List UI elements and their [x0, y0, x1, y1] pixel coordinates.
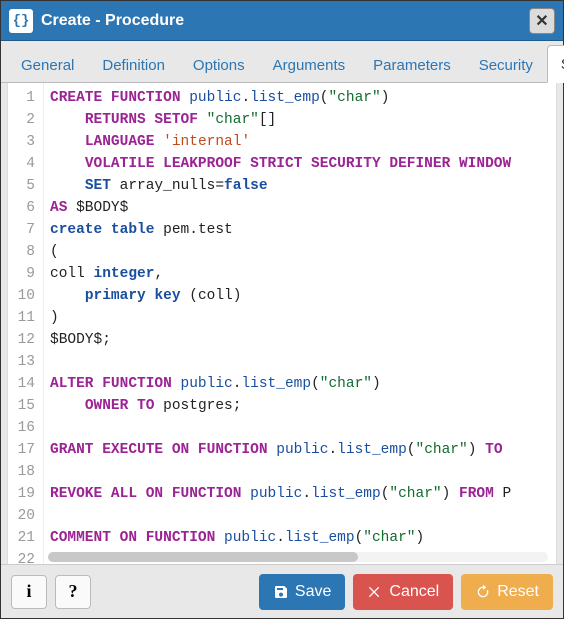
cancel-label: Cancel [389, 583, 439, 601]
line-number: 15 [12, 395, 35, 417]
window-title: Create - Procedure [41, 12, 529, 30]
code-line[interactable] [50, 505, 556, 527]
horizontal-scrollbar[interactable] [48, 552, 548, 562]
tab-arguments[interactable]: Arguments [259, 46, 360, 83]
line-number-gutter: 12345678910111213141516171819202122 [8, 83, 44, 564]
line-number: 13 [12, 351, 35, 373]
code-line[interactable]: SET array_nulls=false [50, 175, 556, 197]
line-number: 10 [12, 285, 35, 307]
reset-button[interactable]: Reset [461, 574, 553, 610]
close-icon: ✕ [535, 11, 548, 31]
tab-general[interactable]: General [7, 46, 88, 83]
line-number: 17 [12, 439, 35, 461]
code-line[interactable]: ( [50, 241, 556, 263]
line-number: 16 [12, 417, 35, 439]
line-number: 12 [12, 329, 35, 351]
info-icon: i [26, 581, 31, 602]
line-number: 2 [12, 109, 35, 131]
code-line[interactable]: VOLATILE LEAKPROOF STRICT SECURITY DEFIN… [50, 153, 556, 175]
code-line[interactable]: ALTER FUNCTION public.list_emp("char") [50, 373, 556, 395]
tab-definition[interactable]: Definition [88, 46, 179, 83]
code-line[interactable]: $BODY$; [50, 329, 556, 351]
code-line[interactable]: COMMENT ON FUNCTION public.list_emp("cha… [50, 527, 556, 549]
help-icon: ? [69, 581, 78, 602]
code-line[interactable]: RETURNS SETOF "char"[] [50, 109, 556, 131]
line-number: 6 [12, 197, 35, 219]
line-number: 7 [12, 219, 35, 241]
line-number: 18 [12, 461, 35, 483]
scrollbar-thumb[interactable] [48, 552, 358, 562]
cancel-icon [367, 584, 383, 600]
tab-security[interactable]: Security [465, 46, 547, 83]
line-number: 8 [12, 241, 35, 263]
info-button[interactable]: i [11, 575, 47, 609]
line-number: 14 [12, 373, 35, 395]
save-button[interactable]: Save [259, 574, 345, 610]
code-line[interactable]: ) [50, 307, 556, 329]
tab-parameters[interactable]: Parameters [359, 46, 465, 83]
code-line[interactable]: LANGUAGE 'internal' [50, 131, 556, 153]
app-logo-icon: {} [9, 9, 33, 33]
tab-sql[interactable]: SQL [547, 45, 564, 83]
code-line[interactable]: AS $BODY$ [50, 197, 556, 219]
line-number: 11 [12, 307, 35, 329]
code-line[interactable]: primary key (coll) [50, 285, 556, 307]
code-line[interactable]: create table pem.test [50, 219, 556, 241]
save-icon [273, 584, 289, 600]
save-label: Save [295, 583, 331, 601]
help-button[interactable]: ? [55, 575, 91, 609]
line-number: 1 [12, 87, 35, 109]
footer: i ? Save Cancel Reset [1, 564, 563, 618]
code-line[interactable]: coll integer, [50, 263, 556, 285]
close-button[interactable]: ✕ [529, 8, 555, 34]
cancel-button[interactable]: Cancel [353, 574, 453, 610]
tab-options[interactable]: Options [179, 46, 259, 83]
reset-icon [475, 584, 491, 600]
sql-editor[interactable]: 12345678910111213141516171819202122 CREA… [7, 83, 557, 564]
line-number: 9 [12, 263, 35, 285]
line-number: 4 [12, 153, 35, 175]
code-line[interactable]: REVOKE ALL ON FUNCTION public.list_emp("… [50, 483, 556, 505]
code-line[interactable]: CREATE FUNCTION public.list_emp("char") [50, 87, 556, 109]
line-number: 5 [12, 175, 35, 197]
code-line[interactable] [50, 417, 556, 439]
line-number: 22 [12, 549, 35, 564]
reset-label: Reset [497, 583, 539, 601]
line-number: 19 [12, 483, 35, 505]
code-line[interactable]: OWNER TO postgres; [50, 395, 556, 417]
code-line[interactable] [50, 351, 556, 373]
code-lines[interactable]: CREATE FUNCTION public.list_emp("char") … [44, 83, 556, 564]
line-number: 3 [12, 131, 35, 153]
code-line[interactable] [50, 461, 556, 483]
tabs: GeneralDefinitionOptionsArgumentsParamet… [1, 41, 563, 83]
line-number: 20 [12, 505, 35, 527]
line-number: 21 [12, 527, 35, 549]
titlebar: {} Create - Procedure ✕ [1, 1, 563, 41]
code-line[interactable]: GRANT EXECUTE ON FUNCTION public.list_em… [50, 439, 556, 461]
dialog: {} Create - Procedure ✕ GeneralDefinitio… [0, 0, 564, 619]
